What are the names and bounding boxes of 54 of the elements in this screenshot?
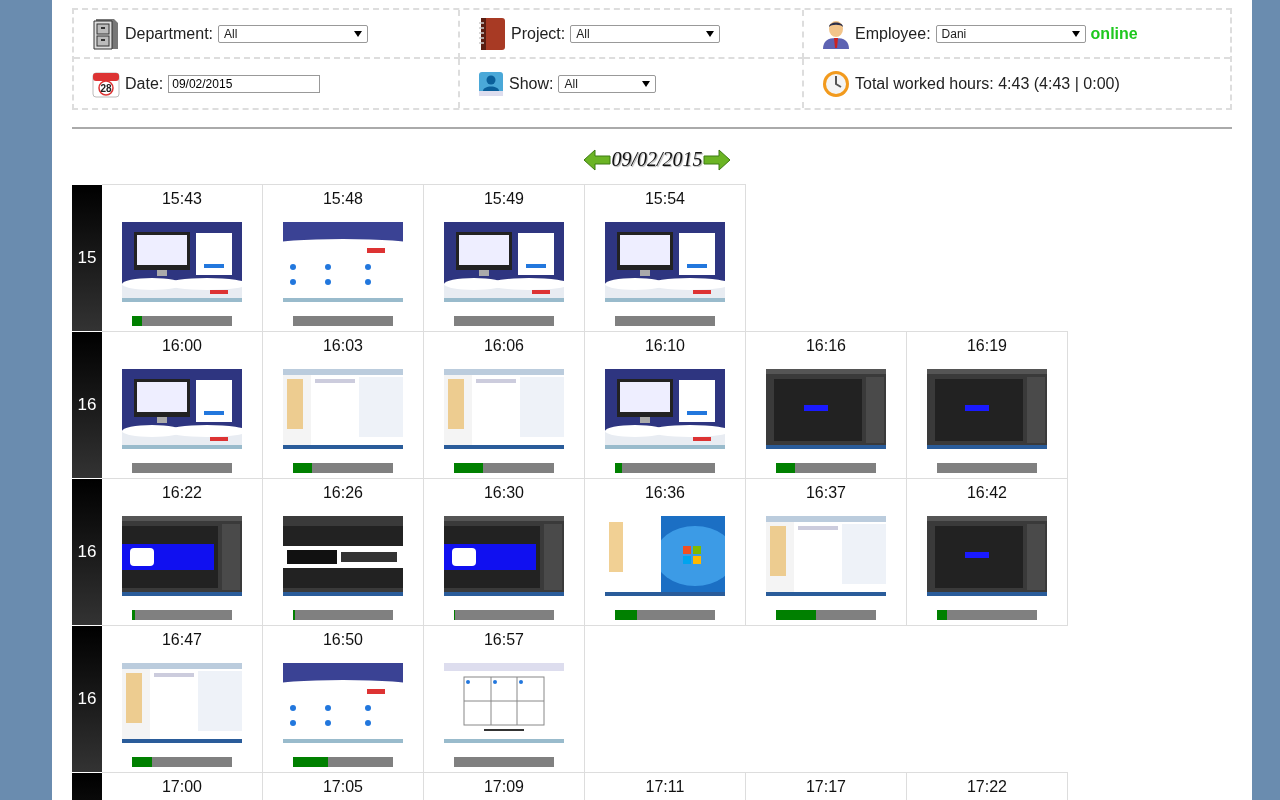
time-label: 16:03 xyxy=(322,337,363,356)
time-label: 16:42 xyxy=(966,484,1007,503)
clock-icon xyxy=(822,69,850,98)
hour-label: 15 xyxy=(77,248,97,268)
next-arrow-icon[interactable] xyxy=(702,148,731,171)
time-label: 16:22 xyxy=(161,484,202,503)
calendar-icon: 28 xyxy=(92,69,120,98)
filter-label: Show: xyxy=(509,74,554,93)
dropdown-arrow-icon xyxy=(642,80,651,87)
time-label: 16:37 xyxy=(805,484,846,503)
filing-cabinet-icon xyxy=(92,16,120,51)
total-hours-text: Total worked hours: 4:43 (4:43 | 0:00) xyxy=(855,74,1120,93)
time-label: 16:36 xyxy=(644,484,685,503)
filter-label: Department: xyxy=(125,24,214,43)
time-label: 17:17 xyxy=(805,778,846,797)
dropdown[interactable]: All xyxy=(558,74,657,93)
time-label: 15:48 xyxy=(322,190,363,209)
filter-label: Employee: xyxy=(855,24,931,43)
dropdown[interactable]: All xyxy=(218,24,369,43)
time-label: 16:57 xyxy=(483,631,524,650)
notebook-icon xyxy=(478,16,506,51)
time-label: 17:05 xyxy=(322,778,363,797)
status-text: online xyxy=(1090,24,1138,43)
time-label: 16:16 xyxy=(805,337,846,356)
dropdown-arrow-icon xyxy=(706,30,715,37)
time-label: 16:10 xyxy=(644,337,685,356)
hour-label: 16 xyxy=(77,689,97,709)
time-label: 16:06 xyxy=(483,337,524,356)
dropdown-arrow-icon xyxy=(1071,30,1080,37)
time-label: 15:54 xyxy=(644,190,685,209)
date-field[interactable]: 09/02/2015 xyxy=(168,74,321,93)
time-label: 17:11 xyxy=(645,778,685,797)
time-label: 17:00 xyxy=(161,778,202,797)
time-label: 16:30 xyxy=(483,484,524,503)
time-label: 15:49 xyxy=(483,190,524,209)
hour-label: 16 xyxy=(77,542,97,562)
time-label: 16:26 xyxy=(322,484,363,503)
filter-label: Project: xyxy=(511,24,566,43)
time-label: 17:09 xyxy=(483,778,524,797)
time-label: 16:19 xyxy=(966,337,1007,356)
dropdown[interactable]: Dani xyxy=(935,24,1086,43)
person-icon xyxy=(822,18,850,49)
time-label: 17:22 xyxy=(966,778,1007,797)
time-label: 16:50 xyxy=(322,631,363,650)
date-title: 09/02/2015 xyxy=(611,148,703,171)
dropdown[interactable]: All xyxy=(570,24,721,43)
filter-label: Date: xyxy=(125,74,164,93)
time-label: 16:47 xyxy=(161,631,202,650)
time-label: 15:43 xyxy=(161,190,202,209)
time-label: 16:00 xyxy=(161,337,202,356)
previous-arrow-icon[interactable] xyxy=(583,148,612,171)
user-profile-icon xyxy=(478,70,504,97)
dropdown-arrow-icon xyxy=(354,30,363,37)
hour-label: 16 xyxy=(77,395,97,415)
